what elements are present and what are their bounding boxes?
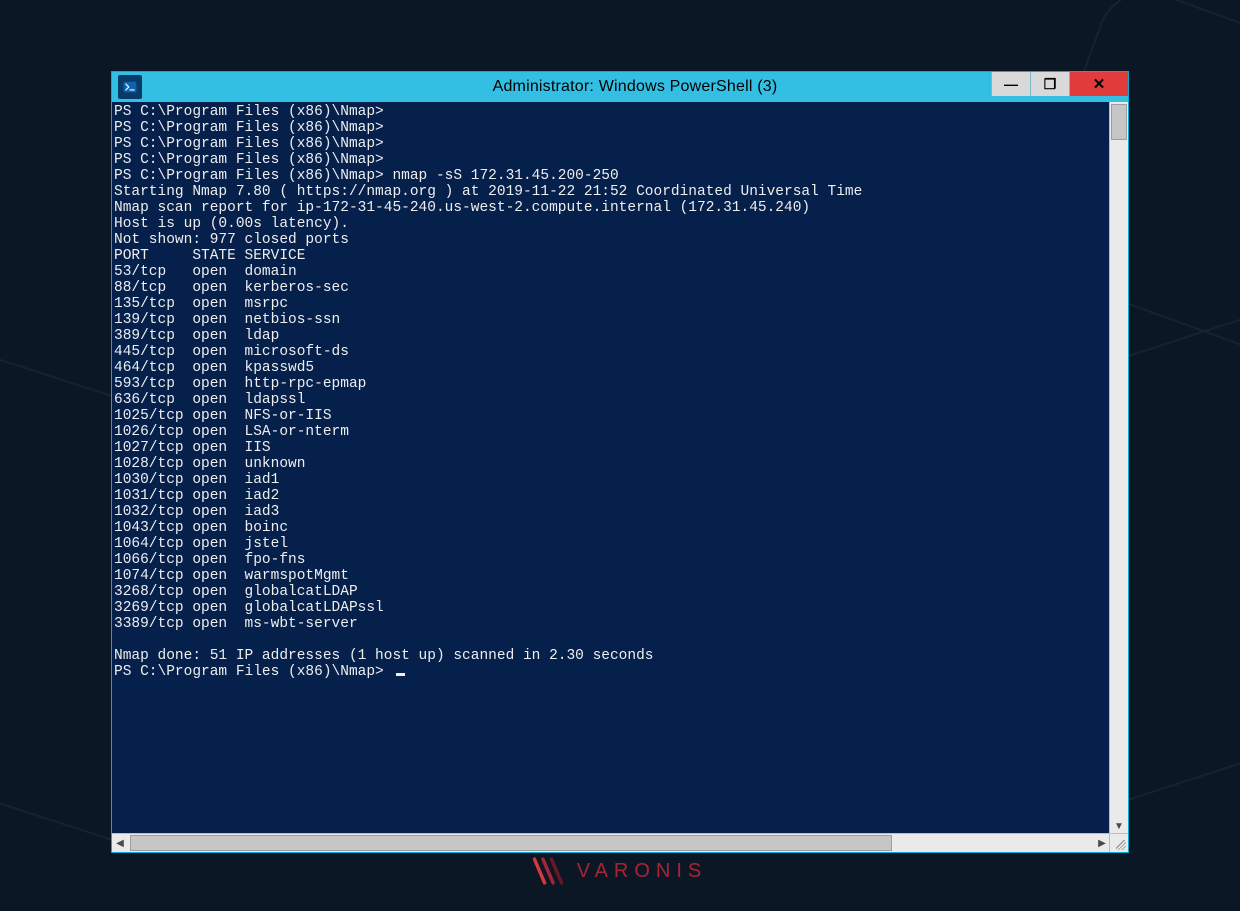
brand-watermark: VARONIS (533, 857, 708, 885)
terminal-output[interactable]: PS C:\Program Files (x86)\Nmap> PS C:\Pr… (112, 102, 1128, 852)
close-button[interactable]: ✕ (1069, 72, 1128, 96)
window-buttons: — ❐ ✕ (991, 72, 1128, 96)
horizontal-scrollbar[interactable]: ◀ ▶ (112, 833, 1128, 852)
powershell-icon (118, 75, 142, 99)
vertical-scroll-thumb[interactable] (1111, 104, 1127, 140)
scroll-right-arrow-icon[interactable]: ▶ (1094, 834, 1110, 852)
maximize-button[interactable]: ❐ (1030, 72, 1069, 96)
titlebar[interactable]: Administrator: Windows PowerShell (3) — … (112, 72, 1128, 102)
resize-grip-icon[interactable] (1109, 834, 1128, 852)
client-area: PS C:\Program Files (x86)\Nmap> PS C:\Pr… (112, 102, 1128, 852)
cursor (396, 673, 405, 676)
close-icon: ✕ (1093, 75, 1106, 93)
window-title: Administrator: Windows PowerShell (3) (142, 78, 1128, 96)
maximize-icon: ❐ (1044, 76, 1057, 93)
brand-logo-icon (533, 857, 567, 885)
scroll-left-arrow-icon[interactable]: ◀ (112, 834, 128, 852)
brand-text: VARONIS (577, 860, 708, 883)
scroll-down-arrow-icon[interactable]: ▼ (1110, 818, 1128, 834)
minimize-icon: — (1004, 76, 1018, 92)
horizontal-scroll-thumb[interactable] (130, 835, 892, 851)
vertical-scrollbar[interactable]: ▲ ▼ (1109, 102, 1128, 834)
powershell-window: Administrator: Windows PowerShell (3) — … (112, 72, 1128, 852)
minimize-button[interactable]: — (991, 72, 1030, 96)
